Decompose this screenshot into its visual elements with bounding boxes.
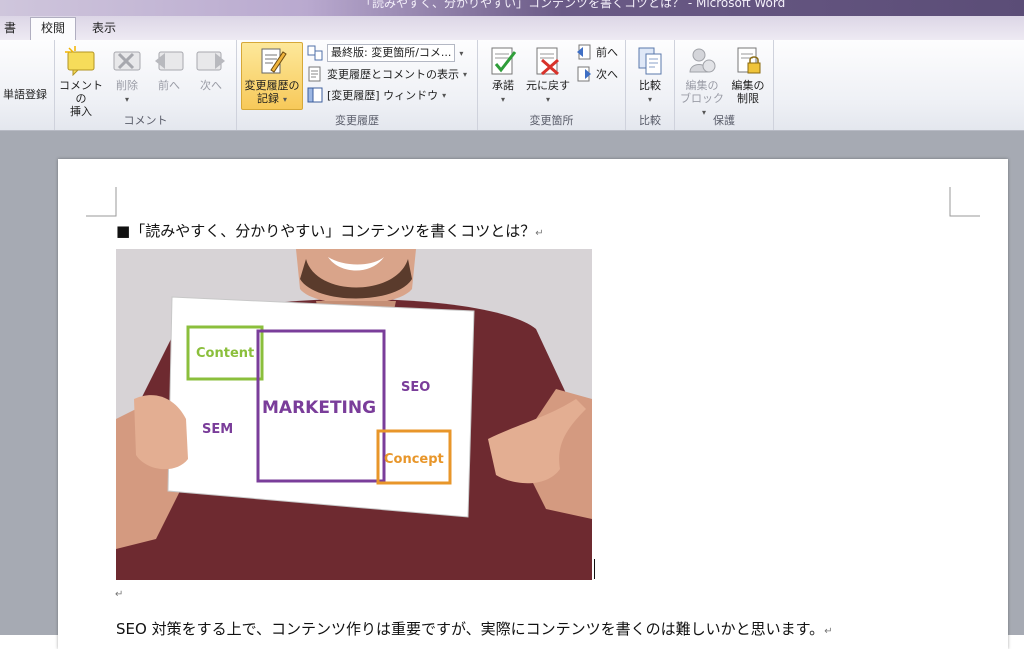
prev-comment-button[interactable]: 前へ	[149, 46, 189, 92]
next-change-button[interactable]: 次へ	[576, 66, 618, 82]
reject-button[interactable]: 元に戻す ▾	[524, 46, 572, 106]
group-dictionary: 単語登録	[0, 40, 55, 130]
comments-group-label: コメント	[123, 114, 168, 127]
display-review-value: 最終版: 変更箇所/コメ...	[327, 44, 456, 62]
show-markup-dropdown-icon: ▾	[463, 69, 468, 79]
new-comment-button[interactable]: コメントの 挿入	[57, 46, 105, 118]
crop-mark-top-right	[949, 187, 980, 217]
compare-icon	[638, 47, 662, 75]
track-changes-label-1: 変更履歴の	[244, 79, 300, 92]
delete-comment-button[interactable]: 削除 ▾	[107, 46, 147, 106]
next-comment-icon	[196, 51, 225, 71]
ribbon-tab-row: 書 校閲 表示	[0, 16, 1024, 42]
article-image[interactable]: Content MARKETING SEO SEM Concept	[116, 249, 592, 580]
reviewing-pane-icon	[307, 87, 323, 103]
tab-review[interactable]: 校閲	[30, 17, 77, 42]
image-word-sem: SEM	[202, 422, 233, 437]
accept-dropdown-icon: ▾	[500, 95, 505, 104]
reject-icon	[536, 47, 559, 76]
display-review-icon	[307, 45, 323, 61]
register-word-label: 単語登録	[3, 88, 47, 101]
compare-button[interactable]: 比較 ▾	[630, 46, 670, 106]
body-paragraph-text: SEO 対策をする上で、コンテンツ作りは重要ですが、実際にコンテンツを書くのは難…	[116, 620, 825, 638]
block-authors-label-1: 編集の	[685, 79, 719, 92]
reviewing-pane-dropdown-icon: ▾	[442, 90, 447, 100]
image-word-seo: SEO	[401, 380, 430, 395]
new-comment-icon	[65, 46, 95, 76]
group-compare: 比較 ▾ 比較	[626, 40, 675, 130]
body-paragraph[interactable]: SEO 対策をする上で、コンテンツ作りは重要ですが、実際にコンテンツを書くのは難…	[116, 618, 833, 639]
document-heading[interactable]: ■「読みやすく、分かりやすい」コンテンツを書くコツとは？↵	[116, 220, 544, 241]
reviewing-pane-button[interactable]: [変更履歴] ウィンドウ ▾	[307, 87, 446, 103]
crop-mark-top-left	[86, 187, 117, 217]
body-paragraph-mark: ↵	[824, 626, 833, 637]
restrict-editing-label-1: 編集の	[731, 79, 765, 92]
reviewing-pane-label: [変更履歴] ウィンドウ	[327, 89, 439, 102]
image-word-marketing: MARKETING	[262, 398, 376, 418]
tracking-group-label: 変更履歴	[335, 114, 379, 127]
image-word-content: Content	[196, 346, 254, 361]
block-authors-icon	[689, 48, 716, 73]
prev-change-label: 前へ	[596, 46, 618, 59]
tab-view[interactable]: 表示	[82, 18, 126, 40]
restrict-editing-icon	[737, 47, 761, 74]
text-cursor	[594, 559, 595, 579]
ribbon: 単語登録 コメントの 挿入 削除 ▾ 前へ 次へ コメント 変更履歴の 記録 ▾…	[0, 40, 1024, 131]
prev-comment-icon	[155, 51, 184, 71]
new-comment-label-1: コメントの	[59, 79, 103, 105]
accept-button[interactable]: 承諾 ▾	[482, 46, 524, 106]
heading-bullet: ■	[116, 222, 131, 240]
group-changes: 承諾 ▾ 元に戻す ▾ 前へ 次へ 変更箇所	[478, 40, 626, 130]
protect-group-label: 保護	[713, 114, 735, 127]
image-word-concept: Concept	[384, 452, 444, 467]
display-for-review-select[interactable]: 最終版: 変更箇所/コメ... ▾	[307, 44, 463, 62]
heading-text: 「読みやすく、分かりやすい」コンテンツを書くコツとは？	[130, 222, 536, 240]
compare-label: 比較	[639, 79, 661, 92]
track-dropdown-icon: ▾	[282, 95, 287, 104]
window-title: 「読みやすく、分かりやすい」コンテンツを書くコツとは？ - Microsoft …	[360, 0, 786, 10]
block-authors-button[interactable]: 編集の ブロック▾	[678, 46, 726, 119]
compare-group-label: 比較	[639, 114, 661, 127]
compare-dropdown-icon: ▾	[647, 95, 652, 104]
show-markup-icon	[308, 66, 321, 82]
group-tracking: 変更履歴の 記録 ▾ 最終版: 変更箇所/コメ... ▾ 変更履歴とコメントの表示 ▾…	[237, 40, 478, 130]
tab-references[interactable]: 書	[0, 18, 26, 40]
next-comment-button[interactable]: 次へ	[191, 46, 231, 92]
register-word-button[interactable]: 単語登録	[0, 88, 50, 101]
document-workspace[interactable]: ■「読みやすく、分かりやすい」コンテンツを書くコツとは？↵ Content MA…	[0, 131, 1024, 649]
restrict-editing-label-2: 制限	[737, 92, 759, 105]
group-protect: 編集の ブロック▾ 編集の 制限 保護	[675, 40, 774, 130]
track-changes-label-2: 記録	[256, 92, 279, 105]
block-authors-label-2: ブロック	[680, 92, 724, 105]
delete-comment-icon	[113, 51, 141, 71]
prev-comment-label: 前へ	[158, 79, 180, 92]
group-comments: コメントの 挿入 削除 ▾ 前へ 次へ コメント	[55, 40, 237, 130]
marketing-photo: Content MARKETING SEO SEM Concept	[116, 249, 592, 580]
next-change-icon	[577, 66, 591, 82]
delete-dropdown-icon: ▾	[124, 95, 129, 104]
prev-change-button[interactable]: 前へ	[576, 44, 618, 60]
reject-label: 元に戻す	[526, 79, 570, 92]
changes-group-label: 変更箇所	[529, 114, 574, 127]
delete-comment-label: 削除	[116, 79, 138, 92]
show-markup-label: 変更履歴とコメントの表示	[327, 68, 459, 81]
accept-icon	[491, 47, 517, 75]
reject-dropdown-icon: ▾	[545, 95, 550, 104]
show-markup-button[interactable]: 変更履歴とコメントの表示 ▾	[307, 66, 467, 82]
display-review-dropdown-icon: ▾	[459, 48, 464, 58]
restrict-editing-button[interactable]: 編集の 制限	[725, 46, 771, 105]
next-change-label: 次へ	[596, 68, 618, 81]
track-changes-button[interactable]: 変更履歴の 記録 ▾	[241, 42, 303, 110]
accept-label: 承諾	[492, 79, 514, 92]
document-page[interactable]: ■「読みやすく、分かりやすい」コンテンツを書くコツとは？↵ Content MA…	[58, 159, 1008, 649]
prev-change-icon	[577, 44, 591, 60]
empty-paragraph-mark: ↵	[115, 589, 124, 600]
title-bar: 「読みやすく、分かりやすい」コンテンツを書くコツとは？ - Microsoft …	[0, 0, 1024, 16]
next-comment-label: 次へ	[200, 79, 222, 92]
track-changes-icon	[261, 48, 287, 74]
heading-paragraph-mark: ↵	[535, 228, 544, 239]
